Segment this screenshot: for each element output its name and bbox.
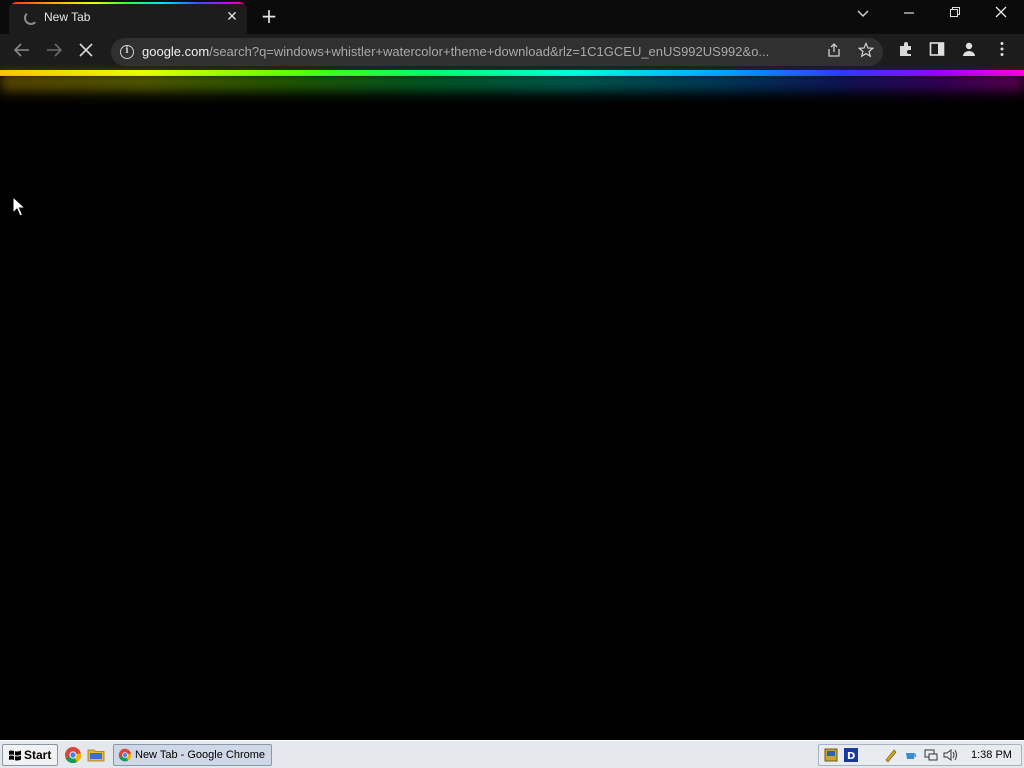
chrome-menu-icon[interactable]	[991, 41, 1013, 63]
close-window-button[interactable]	[986, 4, 1016, 26]
new-tab-button[interactable]: +	[258, 6, 280, 28]
mouse-cursor-icon	[12, 196, 26, 217]
d-app-icon[interactable]: D	[843, 748, 859, 764]
monitor-network-icon[interactable]	[923, 748, 939, 764]
taskbar-button-label: New Tab - Google Chrome	[135, 749, 266, 761]
share-icon[interactable]	[824, 42, 844, 62]
back-button[interactable]	[10, 40, 34, 64]
windows-taskbar: Start New Tab - Google Chrome D 1:38 PM	[0, 740, 1024, 768]
loading-spinner-icon	[24, 11, 38, 25]
tab-search-dropdown-icon[interactable]	[848, 4, 878, 26]
side-panel-icon[interactable]	[926, 41, 948, 63]
chrome-icon	[118, 748, 132, 762]
start-label: Start	[24, 748, 52, 762]
url-text[interactable]: google.com/search?q=windows+whistler+wat…	[142, 44, 814, 59]
network-icon[interactable]	[823, 748, 839, 764]
tab-accent-bar	[9, 2, 247, 4]
windows-logo-icon	[9, 750, 21, 761]
bookmark-star-icon[interactable]	[856, 42, 876, 62]
forward-button[interactable]	[42, 40, 66, 64]
extensions-puzzle-icon[interactable]	[895, 41, 917, 63]
speaker-volume-icon[interactable]	[943, 748, 959, 764]
stop-loading-button[interactable]	[74, 40, 98, 64]
taskbar-chrome-window-button[interactable]: New Tab - Google Chrome	[113, 744, 272, 766]
chrome-quicklaunch-icon[interactable]	[64, 746, 82, 764]
browser-toolbar: i google.com/search?q=windows+whistler+w…	[0, 34, 1024, 70]
profile-avatar-icon[interactable]	[958, 41, 980, 63]
url-host: google.com	[142, 44, 210, 59]
tab-close-icon[interactable]: ✕	[224, 9, 240, 25]
start-button[interactable]: Start	[2, 744, 58, 766]
page-content	[0, 106, 1024, 740]
svg-text:D: D	[847, 751, 855, 762]
pen-tool-icon[interactable]	[883, 748, 899, 764]
cup-icon[interactable]	[903, 748, 919, 764]
system-clock[interactable]: 1:38 PM	[971, 749, 1012, 761]
site-info-icon[interactable]: i	[120, 45, 134, 59]
folder-quicklaunch-icon[interactable]	[87, 746, 105, 764]
glow-fade	[0, 74, 1024, 106]
system-tray: D 1:38 PM	[818, 744, 1022, 766]
tab-new-tab[interactable]: New Tab ✕	[9, 2, 247, 34]
address-bar[interactable]: i google.com/search?q=windows+whistler+w…	[111, 38, 883, 66]
browser-titlebar: New Tab ✕ +	[0, 0, 1024, 34]
minimize-button[interactable]	[894, 4, 924, 26]
tab-title: New Tab	[44, 10, 91, 24]
url-path: /search?q=windows+whistler+watercolor+th…	[209, 44, 770, 59]
restore-button[interactable]	[940, 4, 970, 26]
